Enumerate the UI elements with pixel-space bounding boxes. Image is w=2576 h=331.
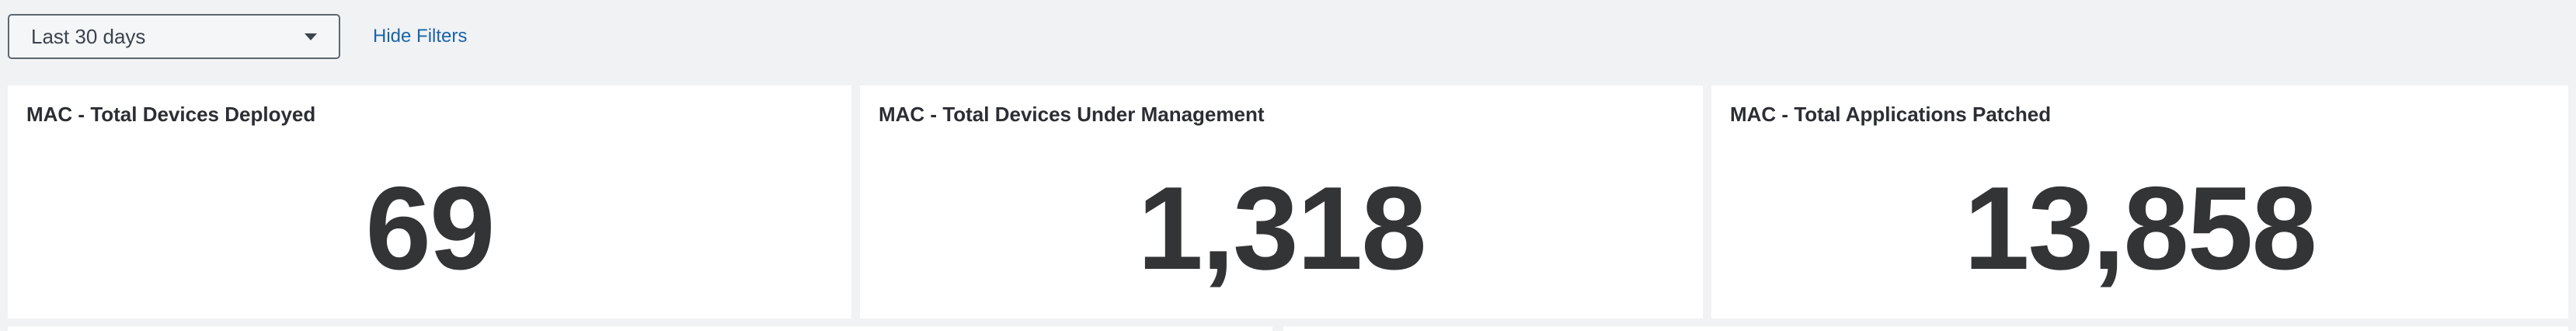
panel-title: MAC - Total Devices Deployed: [26, 103, 316, 126]
panel-value: 69: [365, 162, 495, 294]
single-value-panel-devices-under-management: MAC - Total Devices Under Management 1,3…: [860, 85, 1703, 319]
panel-title: MAC - Total Applications Patched: [1730, 103, 2052, 126]
panel-title: MAC - Total Devices Under Management: [879, 103, 1265, 126]
hide-filters-link[interactable]: Hide Filters: [373, 26, 467, 47]
panel-value: 1,318: [1137, 162, 1426, 294]
single-value-panel-devices-deployed: MAC - Total Devices Deployed 69: [8, 85, 851, 319]
single-value-panel-applications-patched: MAC - Total Applications Patched 13,858: [1711, 85, 2568, 319]
next-row-panel-edge: [8, 326, 1272, 331]
time-range-value: Last 30 days: [31, 24, 146, 48]
next-row-panel-edge: [1283, 326, 2568, 331]
time-range-dropdown[interactable]: Last 30 days: [8, 14, 340, 59]
caret-down-icon: [305, 33, 317, 40]
filter-bar: Last 30 days Hide Filters: [8, 13, 467, 60]
panel-value: 13,858: [1964, 162, 2317, 294]
